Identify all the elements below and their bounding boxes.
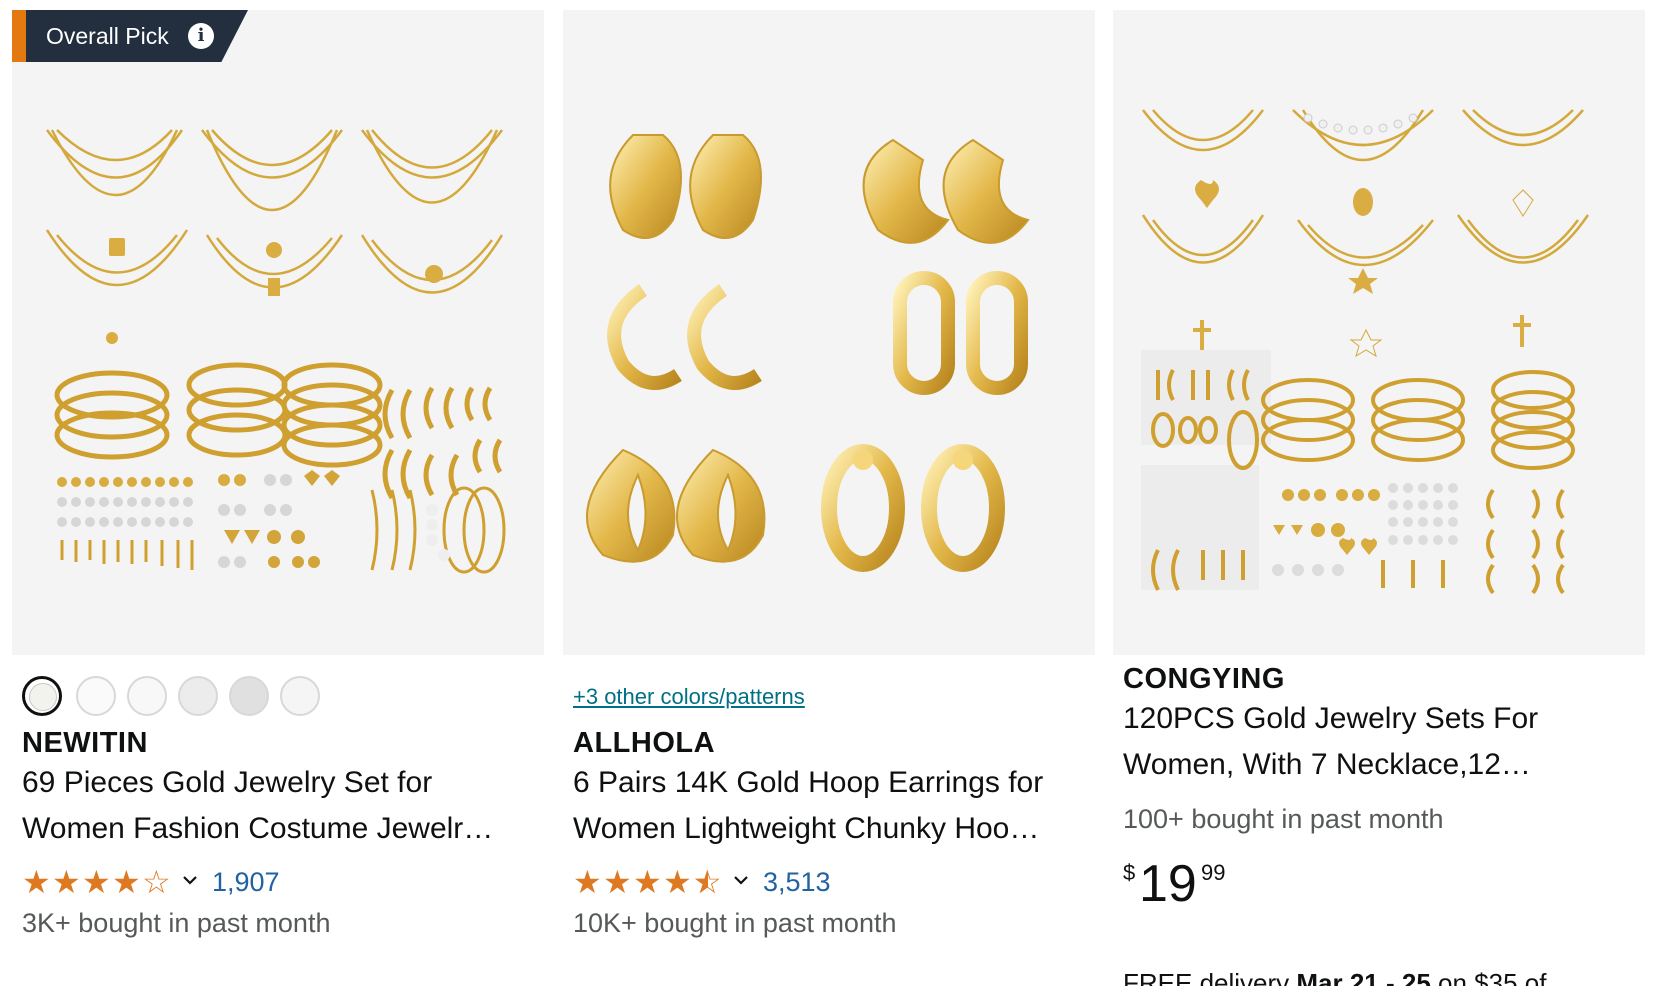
overall-pick-badge[interactable]: Overall Pick i (12, 10, 248, 62)
price-fraction: 99 (1201, 860, 1226, 885)
star-full-icon: ★ (663, 863, 692, 901)
product-image[interactable] (1113, 10, 1645, 655)
badge-accent-stripe (12, 10, 26, 62)
star-empty-icon: ☆ (142, 863, 171, 901)
product-title-line-1[interactable]: 69 Pieces Gold Jewelry Set for (22, 760, 534, 806)
price-whole: 19 (1139, 855, 1197, 913)
star-full-icon: ★ (52, 863, 81, 901)
price-currency-symbol: $ (1123, 860, 1136, 885)
bought-past-month: 10K+ bought in past month (573, 908, 897, 938)
rating-row: ★ ★ ★ ★ ☆ 1,907 (22, 866, 422, 898)
product-title[interactable]: 69 Pieces Gold Jewelry Set for Women Fas… (22, 760, 534, 852)
product-title[interactable]: 120PCS Gold Jewelry Sets For Women, With… (1123, 696, 1635, 788)
color-swatch-1[interactable] (22, 676, 62, 716)
badge-label: Overall Pick (46, 23, 169, 49)
color-swatch-3[interactable] (127, 676, 167, 716)
review-count[interactable]: 1,907 (212, 866, 280, 898)
product-image[interactable] (563, 10, 1095, 655)
star-full-icon: ★ (112, 863, 141, 901)
chevron-down-icon[interactable] (182, 872, 198, 888)
product-title-line-1[interactable]: 120PCS Gold Jewelry Sets For (1123, 696, 1635, 742)
brand-name: CONGYING (1123, 663, 1285, 695)
color-swatch-4[interactable] (178, 676, 218, 716)
star-full-icon: ★ (22, 863, 51, 901)
price[interactable]: $ 19 99 (1123, 856, 1323, 912)
review-count[interactable]: 3,513 (763, 866, 831, 898)
product-card-congying[interactable]: CONGYING 120PCS Gold Jewelry Sets For Wo… (1113, 10, 1645, 986)
color-swatch-2[interactable] (76, 676, 116, 716)
star-full-icon: ★ (573, 863, 602, 901)
product-title-line-2[interactable]: Women Lightweight Chunky Hoo… (573, 806, 1085, 852)
product-title-line-2[interactable]: Women Fashion Costume Jewelr… (22, 806, 534, 852)
color-swatch-5[interactable] (229, 676, 269, 716)
product-card-allhola[interactable]: +3 other colors/patterns ALLHOLA 6 Pairs… (563, 10, 1095, 986)
star-full-icon: ★ (82, 863, 111, 901)
bought-past-month: 3K+ bought in past month (22, 908, 331, 938)
chevron-down-icon[interactable] (733, 872, 749, 888)
delivery-info: FREE delivery Mar 21 - 25 on $35 of (1123, 968, 1546, 986)
star-full-icon: ★ (603, 863, 632, 901)
product-title[interactable]: 6 Pairs 14K Gold Hoop Earrings for Women… (573, 760, 1085, 852)
product-title-line-1[interactable]: 6 Pairs 14K Gold Hoop Earrings for (573, 760, 1085, 806)
product-card-newitin[interactable]: Overall Pick i NEWITIN 69 Pieces Gold Je… (12, 10, 544, 986)
brand-name: NEWITIN (22, 727, 148, 759)
delivery-suffix: on $35 of (1430, 968, 1547, 986)
color-swatch-6[interactable] (280, 676, 320, 716)
brand-name: ALLHOLA (573, 727, 716, 759)
product-image[interactable] (12, 10, 544, 655)
delivery-prefix: FREE delivery (1123, 968, 1297, 986)
product-title-line-2[interactable]: Women, With 7 Necklace,12… (1123, 742, 1635, 788)
rating-row: ★ ★ ★ ★ ☆ ★ 3,513 (573, 866, 973, 898)
star-half-icon: ☆ ★ (693, 866, 722, 898)
star-full-icon: ★ (633, 863, 662, 901)
bought-past-month: 100+ bought in past month (1123, 804, 1444, 834)
more-colors-link[interactable]: +3 other colors/patterns (573, 684, 805, 710)
delivery-dates: Mar 21 - 25 (1296, 968, 1431, 986)
info-icon[interactable]: i (188, 23, 214, 49)
